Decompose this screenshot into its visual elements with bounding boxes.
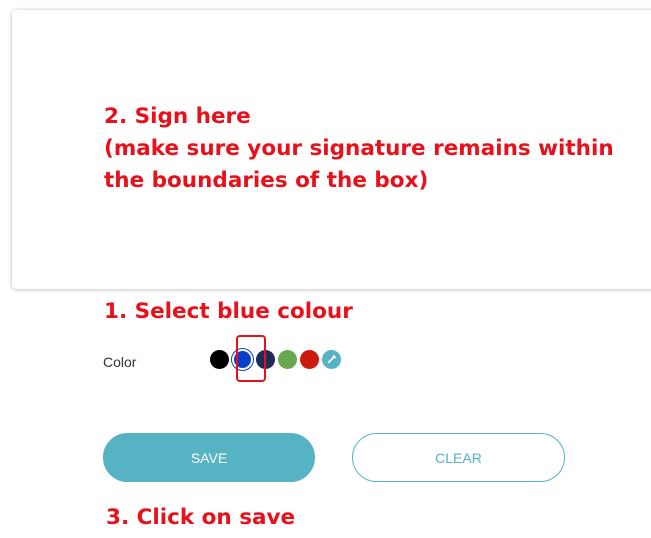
- signature-page: 2. Sign here (make sure your signature r…: [0, 0, 651, 538]
- sign-instruction-line-3: the boundaries of the box): [104, 168, 429, 193]
- eyedropper-icon: [322, 349, 341, 369]
- clear-button[interactable]: CLEAR: [352, 433, 565, 482]
- sign-instruction-line-1: 2. Sign here: [104, 104, 251, 129]
- custom-color-picker[interactable]: [322, 349, 341, 369]
- color-swatches: [210, 347, 341, 371]
- swatch-black[interactable]: [210, 349, 229, 369]
- color-label: Color: [103, 354, 137, 370]
- swatch-red[interactable]: [300, 349, 319, 369]
- save-button[interactable]: SAVE: [103, 433, 315, 482]
- sign-instruction-line-2: (make sure your signature remains within: [104, 136, 614, 161]
- sign-instruction: 2. Sign here (make sure your signature r…: [104, 101, 649, 197]
- swatch-green[interactable]: [278, 349, 297, 369]
- select-colour-instruction: 1. Select blue colour: [104, 299, 353, 324]
- click-save-instruction: 3. Click on save: [106, 505, 296, 530]
- blue-swatch-highlight: [236, 335, 266, 382]
